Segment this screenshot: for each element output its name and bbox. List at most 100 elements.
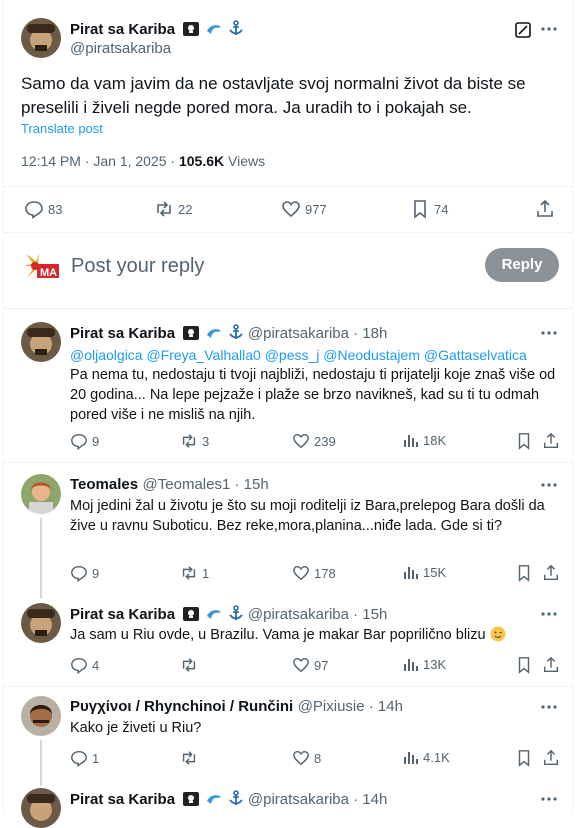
reply-header: Pirat sa Kariba @piratsakariba · 15h (70, 605, 387, 626)
author-handle[interactable]: @piratsakariba (70, 40, 171, 57)
like-action[interactable]: 8 (292, 749, 321, 767)
reply-handle[interactable]: @piratsakariba · 18h (248, 325, 387, 342)
reply-text: Moj jedini žal u životu je što su moji r… (70, 498, 545, 534)
share-action[interactable] (542, 749, 560, 767)
anchor-icon (229, 790, 244, 811)
reply-avatar[interactable] (21, 696, 61, 736)
repost-icon (180, 656, 198, 674)
views-count: 18K (423, 432, 447, 448)
dolphin-icon (206, 792, 222, 811)
bookmark-action[interactable] (515, 656, 533, 674)
reply-avatar[interactable] (21, 322, 61, 362)
repost-count: 1 (202, 565, 210, 581)
like-action[interactable]: 239 (292, 432, 336, 450)
dolphin-icon (206, 607, 222, 626)
reply-author-name[interactable]: Pirat sa Kariba (70, 325, 175, 342)
author-name[interactable]: Pirat sa Kariba (70, 21, 175, 38)
bookmark-icon (410, 199, 430, 219)
like-action[interactable]: 97 (292, 656, 328, 674)
reply-header: Teomales @Teomales1 · 15h (70, 476, 269, 494)
views-icon (403, 432, 419, 448)
bookmark-action[interactable]: 74 (410, 199, 448, 219)
bookmark-action[interactable] (515, 564, 533, 582)
views-count: 105.6K (178, 153, 225, 169)
post-timestamp[interactable]: 12:14 PM · Jan 1, 2025 · (21, 153, 179, 169)
reply-action[interactable]: 4 (70, 656, 99, 674)
reply-author-name[interactable]: Ρυγχίνοι / Rhynchinoi / Runčini (70, 698, 293, 715)
divider (4, 232, 572, 233)
reply-count: 9 (92, 565, 100, 581)
reply-handle[interactable]: @piratsakariba · 15h (248, 606, 387, 623)
bookmark-action[interactable] (515, 432, 533, 450)
grok-icon[interactable] (515, 22, 531, 43)
share-action[interactable] (535, 199, 555, 219)
anchor-icon (229, 605, 244, 626)
reply-count: 83 (48, 201, 63, 217)
reply-avatar[interactable] (21, 474, 61, 514)
more-dots-icon[interactable] (540, 324, 558, 347)
more-dots-icon[interactable] (540, 20, 558, 43)
reply-handle[interactable]: @Pixiusie · 14h (298, 698, 403, 715)
repost-action[interactable]: 3 (180, 432, 209, 450)
reply-author-name[interactable]: Pirat sa Kariba (70, 606, 175, 623)
reply-action[interactable]: 9 (70, 564, 99, 582)
bookmark-icon (515, 432, 533, 450)
repost-action[interactable] (180, 656, 198, 674)
views-action[interactable]: 13K (403, 656, 446, 672)
heart-icon (292, 656, 310, 674)
bookmark-icon (515, 749, 533, 767)
more-dots-icon[interactable] (540, 790, 558, 813)
reply-action[interactable]: 83 (24, 199, 62, 219)
reply-mentions[interactable]: @oljaolgica @Freya_Valhalla0 @pess_j @Ne… (70, 345, 560, 365)
repost-action[interactable]: 1 (180, 564, 209, 582)
reply-icon (70, 564, 88, 582)
repost-action[interactable] (180, 749, 198, 767)
reply-button[interactable]: Reply (485, 248, 559, 282)
repost-icon (180, 564, 198, 582)
repost-count: 3 (202, 433, 210, 449)
winking-face-icon (490, 626, 506, 648)
heart-icon (292, 749, 310, 767)
like-count: 97 (314, 657, 329, 673)
share-action[interactable] (542, 432, 560, 450)
reply-author-name[interactable]: Pirat sa Kariba (70, 791, 175, 808)
user-avatar[interactable]: MA (23, 252, 61, 287)
reply-composer-input[interactable]: Post your reply (71, 255, 204, 278)
dolphin-icon (206, 22, 222, 41)
share-action[interactable] (542, 656, 560, 674)
bookmark-action[interactable] (515, 749, 533, 767)
reply-handle[interactable]: @Teomales1 · 15h (143, 476, 269, 493)
post-meta: 12:14 PM · Jan 1, 2025 · 105.6K Views (21, 153, 265, 169)
reply-header: Pirat sa Kariba @piratsakariba · 18h (70, 324, 387, 345)
like-count: 977 (305, 201, 327, 217)
like-action[interactable]: 178 (292, 564, 336, 582)
divider (4, 186, 572, 187)
reply-header: Ρυγχίνοι / Rhynchinoi / Runčini @Pixiusi… (70, 698, 403, 716)
reply-action[interactable]: 9 (70, 432, 99, 450)
reply-avatar[interactable] (21, 788, 61, 828)
views-count: 15K (423, 564, 447, 580)
share-icon (542, 656, 560, 674)
translate-link[interactable]: Translate post (21, 121, 103, 136)
reply-author-name[interactable]: Teomales (70, 476, 138, 493)
author-name-row: Pirat sa Kariba (70, 20, 244, 41)
share-action[interactable] (542, 564, 560, 582)
views-icon (403, 656, 419, 672)
bookmark-icon (515, 564, 533, 582)
views-action[interactable]: 15K (403, 564, 446, 580)
pirate-flag-icon (182, 607, 199, 626)
repost-action[interactable]: 22 (154, 199, 192, 219)
views-icon (403, 564, 419, 580)
views-icon (403, 749, 419, 765)
like-action[interactable]: 977 (281, 199, 327, 219)
author-avatar[interactable] (21, 18, 61, 58)
reply-header: Pirat sa Kariba @piratsakariba · 14h (70, 790, 387, 811)
bookmark-count: 74 (434, 201, 449, 217)
reply-handle[interactable]: @piratsakariba · 14h (248, 791, 387, 808)
views-action[interactable]: 4.1K (403, 749, 450, 765)
bookmark-icon (515, 656, 533, 674)
repost-count: 22 (178, 201, 193, 217)
reply-avatar[interactable] (21, 603, 61, 643)
reply-action[interactable]: 1 (70, 749, 99, 767)
views-action[interactable]: 18K (403, 432, 446, 448)
